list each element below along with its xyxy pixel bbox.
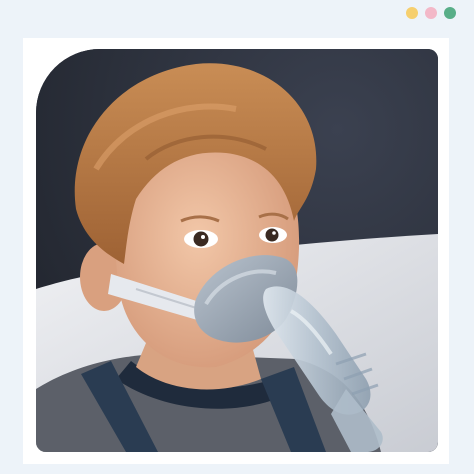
- app-frame: [0, 0, 474, 474]
- title-bar: [0, 0, 474, 36]
- child-with-nebulizer-mask-image: [36, 49, 438, 452]
- child-nebulizer-photo: [36, 49, 438, 452]
- zoom-dot-icon[interactable]: [425, 7, 437, 19]
- close-dot-icon[interactable]: [444, 7, 456, 19]
- minimize-dot-icon[interactable]: [406, 7, 418, 19]
